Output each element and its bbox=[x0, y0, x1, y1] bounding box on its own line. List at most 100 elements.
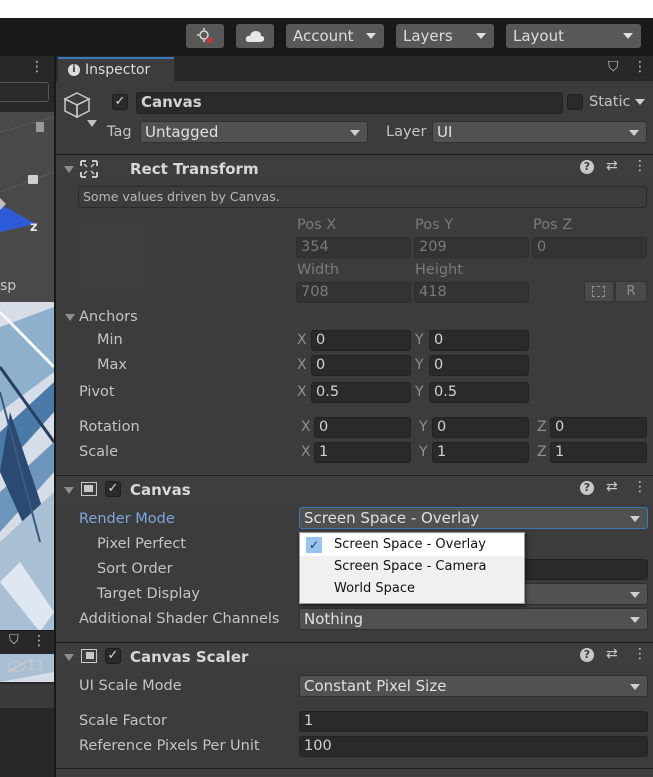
target-display-label: Target Display bbox=[97, 586, 200, 602]
chevron-down-icon bbox=[350, 130, 360, 136]
gameobject-cube-icon bbox=[62, 90, 92, 124]
object-name-field[interactable]: Canvas bbox=[136, 92, 563, 114]
cloud-button[interactable] bbox=[236, 24, 274, 48]
static-checkbox[interactable] bbox=[567, 94, 583, 110]
next-component-header[interactable] bbox=[56, 768, 653, 777]
help-icon[interactable]: ? bbox=[580, 160, 594, 174]
axis-x-label: X bbox=[301, 444, 311, 460]
canvas-component-icon bbox=[81, 482, 97, 496]
info-icon: i bbox=[68, 64, 80, 76]
rect-transform-icon bbox=[80, 160, 98, 182]
account-dropdown[interactable]: Account bbox=[286, 24, 384, 48]
rotation-z-field[interactable]: 0 bbox=[550, 417, 647, 438]
hierarchy-row[interactable] bbox=[0, 684, 54, 708]
canvas-scaler-icon bbox=[81, 649, 97, 663]
pos-y-field[interactable]: 209 bbox=[414, 237, 529, 258]
kebab-menu-icon[interactable]: ⋮ bbox=[32, 633, 46, 649]
render-mode-dropdown[interactable]: Screen Space - Overlay bbox=[299, 507, 648, 529]
anchor-max-x-field[interactable]: 0 bbox=[311, 355, 411, 376]
static-dropdown[interactable]: Static bbox=[589, 94, 646, 110]
shader-channels-dropdown[interactable]: Nothing bbox=[299, 608, 648, 630]
ui-scale-mode-dropdown[interactable]: Constant Pixel Size bbox=[299, 675, 648, 697]
kebab-menu-icon[interactable]: ⋮ bbox=[633, 59, 647, 75]
axis-y-label: Y bbox=[419, 444, 428, 460]
render-mode-popup: ✓ Screen Space - Overlay Screen Space - … bbox=[299, 532, 525, 604]
axis-y-label: Y bbox=[415, 357, 424, 373]
canvas-scaler-header[interactable]: ✓ Canvas Scaler ? ⇄ ⋮ bbox=[56, 642, 653, 670]
anchor-max-y-field[interactable]: 0 bbox=[429, 355, 529, 376]
tag-dropdown[interactable]: Untagged bbox=[140, 121, 368, 143]
layers-dropdown[interactable]: Layers bbox=[396, 24, 494, 48]
pos-z-field[interactable]: 0 bbox=[532, 237, 647, 258]
shader-channels-value: Nothing bbox=[304, 610, 363, 628]
foldout-arrow-icon[interactable] bbox=[65, 314, 75, 321]
chevron-down-icon bbox=[629, 130, 639, 136]
component-menu-icon[interactable]: ⋮ bbox=[633, 646, 647, 662]
layout-dropdown[interactable]: Layout bbox=[506, 24, 641, 48]
pos-z-label: Pos Z bbox=[533, 217, 573, 233]
shader-channels-label: Additional Shader Channels bbox=[79, 611, 280, 627]
inspector-tabbar: i Inspector ⛉ ⋮ bbox=[56, 56, 653, 81]
lock-icon[interactable]: ⛉ bbox=[608, 59, 619, 75]
scale-x-field[interactable]: 1 bbox=[314, 442, 411, 463]
rotation-y-field[interactable]: 0 bbox=[432, 417, 529, 438]
hidden-objects-toggle[interactable]: 11 bbox=[7, 658, 45, 674]
help-icon[interactable]: ? bbox=[580, 648, 594, 662]
foldout-arrow-icon[interactable] bbox=[64, 654, 74, 661]
anchors-label[interactable]: Anchors bbox=[79, 309, 138, 325]
pixel-perfect-label: Pixel Perfect bbox=[97, 536, 186, 552]
pivot-y-field[interactable]: 0.5 bbox=[429, 382, 529, 403]
popup-option-screen-space-camera[interactable]: Screen Space - Camera bbox=[300, 556, 524, 578]
pivot-x-field[interactable]: 0.5 bbox=[311, 382, 411, 403]
presets-icon[interactable]: ⇄ bbox=[606, 158, 618, 174]
presets-icon[interactable]: ⇄ bbox=[606, 646, 618, 662]
canvas-component-header[interactable]: ✓ Canvas ? ⇄ ⋮ bbox=[56, 475, 653, 503]
foldout-arrow-icon[interactable] bbox=[64, 166, 74, 173]
popup-option-screen-space-overlay[interactable]: ✓ Screen Space - Overlay bbox=[300, 534, 524, 556]
chevron-down-icon bbox=[630, 617, 640, 623]
width-field[interactable]: 708 bbox=[296, 282, 411, 303]
tag-label: Tag bbox=[107, 124, 132, 140]
canvas-scaler-enabled-checkbox[interactable]: ✓ bbox=[105, 648, 121, 664]
collab-button[interactable] bbox=[186, 24, 224, 48]
layer-dropdown[interactable]: UI bbox=[432, 121, 647, 143]
foldout-arrow-icon[interactable] bbox=[64, 487, 74, 494]
rect-transform-title: Rect Transform bbox=[130, 160, 259, 178]
anchor-min-x-field[interactable]: 0 bbox=[311, 330, 411, 351]
rotation-x-field[interactable]: 0 bbox=[314, 417, 411, 438]
canvas-enabled-checkbox[interactable]: ✓ bbox=[105, 481, 121, 497]
blueprint-mode-button[interactable] bbox=[584, 281, 614, 302]
scene-view[interactable]: z sp bbox=[0, 112, 54, 682]
ref-ppu-field[interactable]: 100 bbox=[299, 736, 648, 757]
axis-x-label: X bbox=[297, 384, 307, 400]
scene-search-field[interactable] bbox=[0, 82, 49, 102]
component-menu-icon[interactable]: ⋮ bbox=[633, 158, 647, 174]
raw-edit-label: R bbox=[626, 284, 636, 299]
anchor-min-y-field[interactable]: 0 bbox=[429, 330, 529, 351]
rect-transform-header[interactable]: Rect Transform ? ⇄ ⋮ bbox=[56, 154, 653, 182]
scene-render bbox=[0, 112, 54, 682]
scale-factor-field[interactable]: 1 bbox=[299, 711, 648, 732]
tab-inspector[interactable]: i Inspector bbox=[58, 57, 174, 81]
pos-x-field[interactable]: 354 bbox=[296, 237, 411, 258]
icon-dropdown-arrow[interactable] bbox=[87, 120, 97, 127]
height-field[interactable]: 418 bbox=[414, 282, 529, 303]
active-checkbox[interactable]: ✓ bbox=[112, 94, 128, 110]
help-icon[interactable]: ? bbox=[580, 481, 594, 495]
driven-info-box: Some values driven by Canvas. bbox=[78, 186, 647, 208]
raw-edit-button[interactable]: R bbox=[615, 281, 647, 302]
width-label: Width bbox=[297, 262, 340, 278]
axis-x-label: X bbox=[297, 357, 307, 373]
lock-icon[interactable] bbox=[28, 175, 38, 184]
presets-icon[interactable]: ⇄ bbox=[606, 479, 618, 495]
component-menu-icon[interactable]: ⋮ bbox=[633, 479, 647, 495]
scale-z-field[interactable]: 1 bbox=[550, 442, 647, 463]
kebab-menu-icon[interactable]: ⋮ bbox=[30, 59, 44, 75]
axis-z-label: Z bbox=[537, 444, 547, 460]
anchor-presets-button[interactable] bbox=[80, 218, 144, 288]
scale-y-field[interactable]: 1 bbox=[432, 442, 529, 463]
popup-option-world-space[interactable]: World Space bbox=[300, 578, 524, 600]
account-label: Account bbox=[293, 27, 354, 45]
canvas-scaler-title: Canvas Scaler bbox=[130, 648, 249, 666]
lock-icon[interactable]: ⛉ bbox=[9, 633, 19, 648]
